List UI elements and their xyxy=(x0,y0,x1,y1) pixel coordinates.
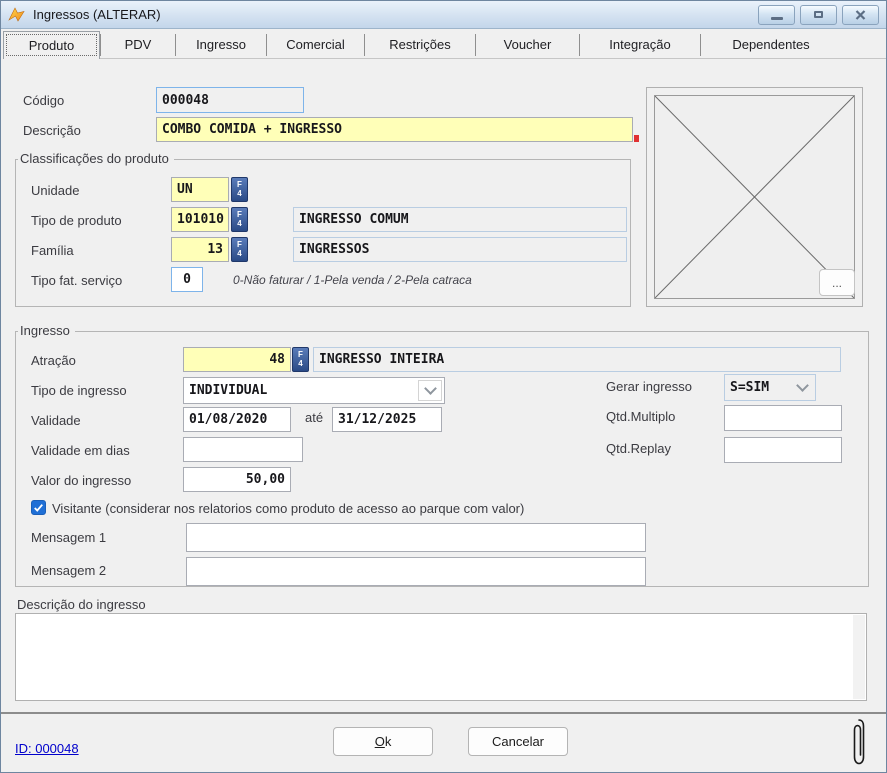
tipo-produto-label: Tipo de produto xyxy=(31,213,122,228)
validade-dias-field[interactable] xyxy=(183,437,303,462)
tab-integracao[interactable]: Integração xyxy=(580,31,700,58)
familia-label: Família xyxy=(31,243,74,258)
familia-f4-button[interactable]: F 4 xyxy=(231,237,248,262)
gerar-ingresso-dropdown[interactable]: S=SIM xyxy=(724,374,816,401)
atracao-f4-button[interactable]: F 4 xyxy=(292,347,309,372)
ok-button[interactable]: Ok xyxy=(333,727,433,756)
atracao-display: INGRESSO INTEIRA xyxy=(313,347,841,372)
tipo-fat-servico-field[interactable]: 0 xyxy=(171,267,203,292)
record-id-link[interactable]: ID: 000048 xyxy=(15,741,79,756)
maximize-button[interactable] xyxy=(800,5,837,25)
unidade-label: Unidade xyxy=(31,183,79,198)
familia-field[interactable]: 13 xyxy=(171,237,229,262)
tipo-produto-f4-button[interactable]: F 4 xyxy=(231,207,248,232)
window-title: Ingressos (ALTERAR) xyxy=(33,7,161,22)
tab-pdv[interactable]: PDV xyxy=(101,31,175,58)
gerar-ingresso-dropdown-button[interactable] xyxy=(791,377,813,398)
tipo-produto-field[interactable]: 101010 xyxy=(171,207,229,232)
qtd-replay-field[interactable] xyxy=(724,437,842,463)
visitante-checkbox[interactable] xyxy=(31,500,46,515)
atracao-label: Atração xyxy=(31,353,76,368)
mensagem1-label: Mensagem 1 xyxy=(31,530,106,545)
tab-bar: Produto PDV Ingresso Comercial Restriçõe… xyxy=(3,31,886,59)
close-button[interactable] xyxy=(842,5,879,25)
fox-icon xyxy=(8,7,26,23)
tipo-ingresso-label: Tipo de ingresso xyxy=(31,383,127,398)
tipo-ingresso-dropdown[interactable]: INDIVIDUAL xyxy=(183,377,445,404)
check-icon xyxy=(33,503,44,513)
mensagem2-label: Mensagem 2 xyxy=(31,563,106,578)
f4-key-bottom: 4 xyxy=(237,190,241,199)
group-ingresso-title: Ingresso xyxy=(18,323,75,338)
tab-voucher[interactable]: Voucher xyxy=(476,31,579,58)
tipo-ingresso-dropdown-button[interactable] xyxy=(418,380,442,401)
tipo-fat-servico-hint: 0-Não faturar / 1-Pela venda / 2-Pela ca… xyxy=(233,273,472,287)
chevron-down-icon xyxy=(796,379,809,392)
codigo-field[interactable]: 000048 xyxy=(156,87,304,113)
gerar-ingresso-label: Gerar ingresso xyxy=(606,379,692,394)
title-bar[interactable]: Ingressos (ALTERAR) xyxy=(1,1,886,29)
window-controls xyxy=(758,5,879,25)
qtd-replay-label: Qtd.Replay xyxy=(606,441,671,456)
descricao-ingresso-title: Descrição do ingresso xyxy=(17,597,146,612)
descricao-label: Descrição xyxy=(23,123,81,138)
tipo-fat-servico-label: Tipo fat. serviço xyxy=(31,273,122,288)
atracao-field[interactable]: 48 xyxy=(183,347,291,372)
validade-dias-label: Validade em dias xyxy=(31,443,130,458)
image-browse-button[interactable]: ... xyxy=(819,269,855,296)
valor-ingresso-label: Valor do ingresso xyxy=(31,473,131,488)
tab-produto[interactable]: Produto xyxy=(3,31,100,59)
maximize-icon xyxy=(814,11,823,18)
f4-key-bottom: 4 xyxy=(237,250,241,259)
tipo-produto-display: INGRESSO COMUM xyxy=(293,207,627,232)
tipo-ingresso-value: INDIVIDUAL xyxy=(184,383,416,398)
tab-comercial[interactable]: Comercial xyxy=(267,31,364,58)
descricao-ingresso-textarea[interactable] xyxy=(15,613,867,701)
f4-key-bottom: 4 xyxy=(298,360,302,369)
ate-label: até xyxy=(305,410,323,425)
mensagem2-field[interactable] xyxy=(186,557,646,586)
tab-ingresso[interactable]: Ingresso xyxy=(176,31,266,58)
descricao-ingresso-scrollbar[interactable] xyxy=(853,615,865,699)
f4-key-bottom: 4 xyxy=(237,220,241,229)
qtd-multiplo-field[interactable] xyxy=(724,405,842,431)
valor-ingresso-field[interactable]: 50,00 xyxy=(183,467,291,492)
close-icon xyxy=(855,10,866,20)
minimize-button[interactable] xyxy=(758,5,795,25)
chevron-down-icon xyxy=(424,382,437,395)
tab-dependentes[interactable]: Dependentes xyxy=(701,31,841,58)
validade-ate-field[interactable]: 31/12/2025 xyxy=(332,407,442,432)
descricao-field[interactable]: COMBO COMIDA + INGRESSO xyxy=(156,117,633,142)
qtd-multiplo-label: Qtd.Multiplo xyxy=(606,409,675,424)
required-marker xyxy=(634,135,639,142)
ok-button-label: k xyxy=(385,734,392,749)
validade-label: Validade xyxy=(31,413,81,428)
validade-de-field[interactable]: 01/08/2020 xyxy=(183,407,291,432)
tab-restricoes[interactable]: Restrições xyxy=(365,31,475,58)
cancel-button[interactable]: Cancelar xyxy=(468,727,568,756)
ingressos-window: Ingressos (ALTERAR) Produto PDV Ingresso… xyxy=(0,0,887,773)
familia-display: INGRESSOS xyxy=(293,237,627,262)
image-placeholder-cross xyxy=(655,96,854,298)
paperclip-icon[interactable] xyxy=(851,717,867,770)
mensagem1-field[interactable] xyxy=(186,523,646,552)
gerar-ingresso-value: S=SIM xyxy=(725,380,789,395)
unidade-field[interactable]: UN xyxy=(171,177,229,202)
visitante-label: Visitante (considerar nos relatorios com… xyxy=(52,501,524,516)
minimize-icon xyxy=(771,17,783,20)
group-classificacoes-title: Classificações do produto xyxy=(18,151,174,166)
codigo-label: Código xyxy=(23,93,64,108)
ok-button-accelerator: O xyxy=(375,734,385,749)
unidade-f4-button[interactable]: F 4 xyxy=(231,177,248,202)
footer-divider xyxy=(1,712,887,714)
